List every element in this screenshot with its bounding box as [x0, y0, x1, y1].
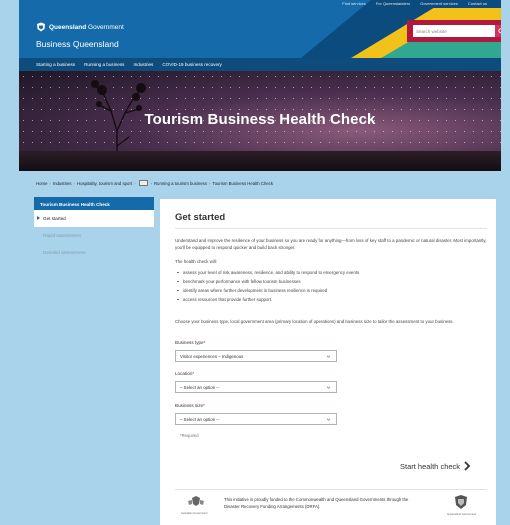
search-box [407, 20, 501, 42]
funding-statement: This initiative is proudly funded to the… [224, 497, 409, 509]
benefits-list: assess your level of risk awareness, res… [175, 270, 487, 306]
business-size-select[interactable]: – Select an option – [175, 413, 337, 425]
list-item: access resources that provide further su… [175, 297, 487, 306]
qld-crest-icon [37, 22, 45, 32]
search-icon [497, 27, 501, 33]
utility-links: Find services For Queenslanders Governme… [342, 1, 487, 6]
chevron-down-icon [326, 386, 331, 389]
crest-right-caption: Queensland Government [447, 513, 476, 516]
chevron-right-icon [464, 461, 471, 471]
chevron-down-icon [326, 355, 331, 358]
breadcrumb-home[interactable]: Home [36, 181, 47, 186]
list-intro: The health check will: [175, 259, 217, 264]
nav-item-industries[interactable]: Industries [133, 62, 153, 67]
business-type-select[interactable]: Visitor experiences – Indigenous [175, 350, 337, 362]
sidebar-item-rapid-assessment[interactable]: Rapid assessment [34, 227, 154, 244]
site-header: Find services For Queenslanders Governme… [19, 0, 501, 58]
breadcrumb-separator: › [208, 180, 211, 186]
banner-landscape [19, 151, 501, 171]
chevron-down-icon [326, 418, 331, 421]
required-note: *Required [180, 433, 199, 438]
sidebar-item-detailed-assessment[interactable]: Detailed assessment [34, 244, 154, 261]
nav-item-covid[interactable]: COVID-19 business recovery [162, 62, 222, 67]
footer-divider [175, 489, 487, 490]
breadcrumb-separator: › [49, 180, 51, 186]
search-button[interactable] [495, 25, 501, 37]
sidebar-title[interactable]: Tourism Business Health Check [34, 197, 154, 210]
utility-link[interactable]: Government services [420, 1, 458, 6]
heading-divider [175, 228, 487, 229]
intro-text: Understand and improve the resilience of… [175, 238, 487, 250]
section-heading: Get started [175, 212, 226, 223]
start-health-check-label: Start health check [400, 461, 461, 471]
business-size-value: – Select an option – [180, 417, 219, 422]
section-sidebar: Tourism Business Health Check Get starte… [34, 197, 154, 261]
crest-left-caption: Australian Government [181, 512, 208, 515]
instructions-text: Choose your business type, local governm… [175, 319, 454, 324]
list-item: assess your level of risk awareness, res… [175, 270, 487, 279]
location-select[interactable]: – Select an option – [175, 381, 337, 393]
breadcrumb-separator: › [134, 180, 136, 186]
breadcrumb-separator: › [150, 180, 152, 186]
location-label: Location* [175, 371, 195, 376]
breadcrumb-hospitality[interactable]: Hospitality, tourism and sport [77, 181, 132, 186]
breadcrumb-current: Tourism Business Health Check [212, 180, 274, 186]
location-value: – Select an option – [180, 385, 219, 390]
breadcrumb-collapsed-icon[interactable] [138, 180, 148, 186]
list-item: identify areas where further development… [175, 288, 487, 297]
search-input[interactable] [413, 25, 495, 37]
breadcrumb: Home › Industries › Hospitality, tourism… [36, 180, 273, 186]
nav-item-starting[interactable]: Starting a business [36, 62, 75, 67]
main-nav: Starting a business Running a business I… [19, 58, 501, 71]
utility-link[interactable]: Contact us [468, 1, 487, 6]
list-item: benchmark your performance with fellow t… [175, 279, 487, 288]
main-content: Get started Understand and improve the r… [160, 199, 496, 525]
business-size-label: Business size* [175, 403, 205, 408]
breadcrumb-separator: › [73, 180, 75, 186]
hero-banner: Tourism Business Health Check [19, 71, 501, 171]
breadcrumb-industries[interactable]: Industries [53, 181, 72, 186]
utility-link[interactable]: Find services [342, 1, 366, 6]
queensland-government-crest [455, 495, 467, 509]
business-type-label: Business type* [175, 340, 206, 345]
australian-government-crest [188, 496, 204, 506]
start-health-check-button[interactable]: Start health check [400, 461, 471, 471]
breadcrumb-running[interactable]: Running a tourism business [154, 181, 207, 186]
qld-government-logo[interactable]: Queensland Government [36, 22, 124, 32]
nav-item-running[interactable]: Running a business [84, 62, 124, 67]
gov-name: Queensland Government [49, 23, 124, 31]
business-type-value: Visitor experiences – Indigenous [180, 354, 244, 359]
page-title: Tourism Business Health Check [144, 111, 376, 128]
sidebar-item-get-started[interactable]: Get started [34, 210, 154, 227]
site-title[interactable]: Business Queensland [36, 39, 119, 49]
utility-link[interactable]: For Queenslanders [376, 1, 410, 6]
